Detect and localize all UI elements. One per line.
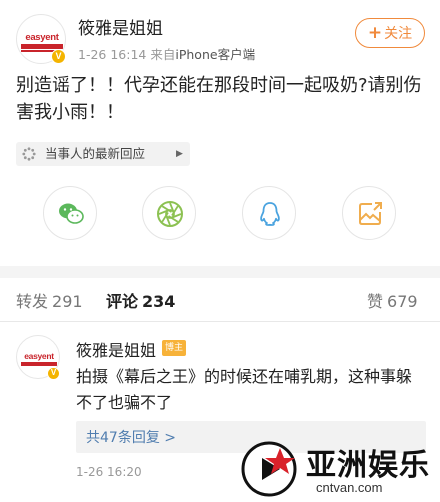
share-moments-button[interactable] [142,186,196,240]
view-replies-link[interactable]: 共47条回复 > [86,427,176,447]
plus-icon: + [367,23,383,43]
post-meta: 1-26 16:14 来自iPhone客户端 [78,44,255,63]
tab-comments-count: 234 [142,292,176,311]
follow-button[interactable]: + 关注 [355,18,425,48]
avatar-logo-text: easyent [25,32,59,43]
play-arrow-icon: ▶ [176,149,183,159]
tab-reposts[interactable]: 转发 291 [16,288,83,312]
moments-icon [157,201,183,227]
site-watermark: 亚洲娱乐 cntvan.com [236,436,440,502]
latest-response-label: 当事人的最新回应 [45,146,146,161]
share-wechat-button[interactable] [43,186,97,240]
wechat-icon [59,203,84,224]
loading-dots-icon [22,147,36,161]
post-text: 别造谣了！！代孕还能在那段时间一起吸奶?请别伤害我小雨！！ [16,75,422,123]
post-time: 1-26 16:14 [78,47,147,62]
blogger-badge: 博主 [162,340,187,356]
watermark-title: 亚洲娱乐 [306,448,430,483]
latest-response-chip[interactable]: 当事人的最新回应 ▶ [16,142,190,166]
comment-author-name[interactable]: 筱雅是姐姐 [76,337,156,361]
comment-verified-icon: V [47,367,60,380]
follow-label: 关注 [384,26,413,42]
tab-comments[interactable]: 评论 234 [106,288,175,312]
tab-likes[interactable]: 赞 679 [367,288,418,312]
share-qzone-button[interactable] [342,186,396,240]
tab-reposts-label: 转发 [16,292,49,311]
post-source[interactable]: iPhone客户端 [175,47,255,62]
comment-time: 1-26 16:20 [76,465,142,479]
tab-likes-count: 679 [387,292,418,311]
source-prefix: 来自 [150,47,176,62]
tab-comments-label: 评论 [106,292,139,311]
post-header: easyent V 筱雅是姐姐 1-26 16:14 来自iPhone客户端 +… [0,0,440,68]
qq-icon [260,202,280,226]
tab-likes-label: 赞 [367,292,384,311]
qzone-icon [359,202,382,225]
author-name[interactable]: 筱雅是姐姐 [78,14,163,39]
watermark-logo-icon [241,441,297,497]
tab-reposts-count: 291 [52,292,83,311]
comment-avatar-logo-text: easyent [24,351,54,361]
section-divider [0,266,440,278]
share-qq-button[interactable] [242,186,296,240]
interaction-tabs: 转发 291 评论 234 赞 679 [0,278,440,322]
comment-text: 拍摄《幕后之王》的时候还在哺乳期，这种事躲不了也骗不了 [76,367,413,412]
watermark-url: cntvan.com [316,480,383,495]
comment-avatar-logo-bar [21,362,57,366]
share-row [0,186,440,242]
verified-icon: V [51,49,66,64]
